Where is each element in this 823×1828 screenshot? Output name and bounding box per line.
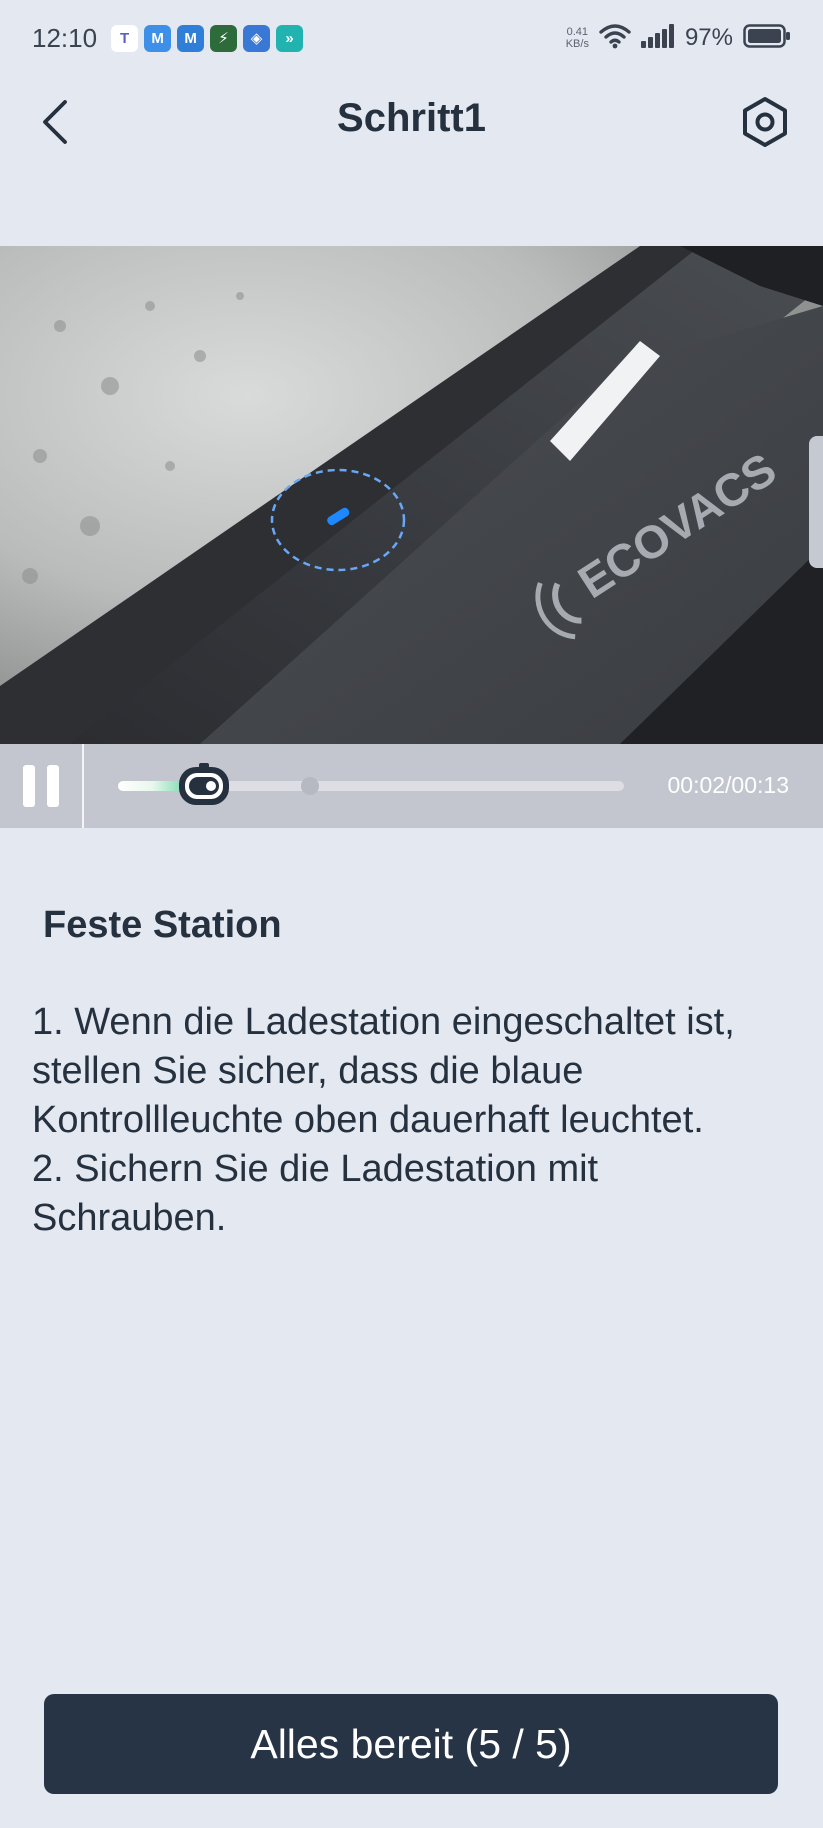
signal-icon xyxy=(640,23,675,53)
video-frame: ECOVACS xyxy=(0,246,823,744)
battery-icon xyxy=(743,23,791,53)
battery-saver-icon: ⚡ xyxy=(210,24,238,52)
video-time: 00:02/00:13 xyxy=(667,772,789,798)
buffer-marker xyxy=(301,777,320,795)
scrub-thumb-robot-icon[interactable] xyxy=(177,761,231,811)
page-title: Schritt1 xyxy=(337,96,486,140)
ready-button[interactable]: Alles bereit (5 / 5) xyxy=(44,1694,778,1794)
pause-icon-bar xyxy=(47,765,59,807)
teams-icon: T xyxy=(111,24,139,52)
header: Schritt1 xyxy=(0,76,823,166)
video-player[interactable]: ECOVACS xyxy=(0,246,823,744)
network-speed: 0.41 KB/s xyxy=(566,26,589,50)
section-title: Feste Station xyxy=(43,904,282,946)
progress-track[interactable] xyxy=(118,763,624,805)
wifi-icon xyxy=(599,23,631,54)
mail-icon: M xyxy=(144,24,172,52)
instructions: 1. Wenn die Ladestation eingeschaltet is… xyxy=(32,998,792,1243)
link-icon: » xyxy=(276,24,304,52)
video-controls: 00:02/00:13 xyxy=(0,744,823,828)
instruction-step-1: 1. Wenn die Ladestation eingeschaltet is… xyxy=(32,1001,735,1141)
notification-icons: T M M ⚡ ◈ » xyxy=(111,24,304,52)
status-time: 12:10 xyxy=(32,22,98,53)
status-bar: 12:10 T M M ⚡ ◈ » 0.41 KB/s 97% xyxy=(0,0,823,76)
pause-button[interactable] xyxy=(0,744,84,828)
battery-percent: 97% xyxy=(684,24,733,51)
settings-button[interactable] xyxy=(737,94,793,150)
mail-alt-icon: M xyxy=(177,24,205,52)
instruction-step-2: 2. Sichern Sie die Ladestation mit Schra… xyxy=(32,1148,599,1239)
shield-icon: ◈ xyxy=(243,24,271,52)
network-speed-unit: KB/s xyxy=(565,38,589,50)
pause-icon xyxy=(23,765,35,807)
side-drawer-handle[interactable] xyxy=(809,436,823,568)
hex-nut-settings-icon xyxy=(743,97,787,147)
network-speed-value: 0.41 xyxy=(566,26,589,38)
status-right: 0.41 KB/s 97% xyxy=(566,0,791,76)
